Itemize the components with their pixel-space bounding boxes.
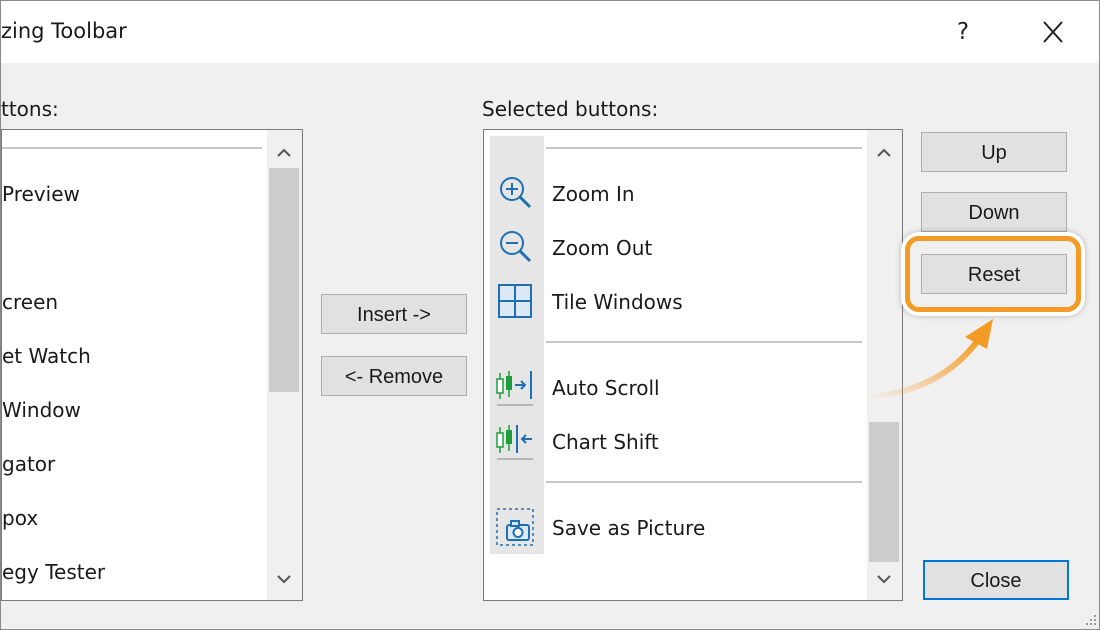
scroll-down-arrow-icon[interactable]	[269, 565, 299, 595]
list-item[interactable]: gator	[2, 441, 55, 487]
list-item[interactable]: Window	[2, 387, 81, 433]
list-item-tile-windows[interactable]: Tile Windows	[552, 279, 683, 325]
list-item[interactable]: pox	[2, 495, 38, 541]
dialog-title: zing Toolbar	[1, 19, 127, 43]
list-item[interactable]: Preview	[2, 171, 80, 217]
zoom-in-icon	[500, 177, 532, 209]
title-bar: zing Toolbar ?	[1, 1, 1099, 63]
scrollbar-thumb[interactable]	[869, 422, 899, 562]
list-item-zoom-out[interactable]: Zoom Out	[552, 225, 652, 271]
list-separator	[2, 147, 262, 149]
resize-grip-icon[interactable]	[1081, 611, 1099, 629]
list-item-auto-scroll[interactable]: Auto Scroll	[552, 365, 660, 411]
list-item-chart-shift[interactable]: Chart Shift	[552, 419, 659, 465]
auto-scroll-icon	[496, 371, 533, 406]
close-button[interactable]: Close	[923, 560, 1069, 600]
list-item[interactable]: creen	[2, 279, 58, 325]
scroll-down-arrow-icon[interactable]	[869, 565, 899, 595]
list-separator	[546, 481, 862, 483]
close-icon[interactable]	[1035, 15, 1071, 49]
list-separator	[546, 341, 862, 343]
list-item[interactable]: egy Tester	[2, 549, 105, 595]
chart-shift-icon	[496, 425, 533, 460]
up-button[interactable]: Up	[921, 132, 1067, 172]
down-button[interactable]: Down	[921, 192, 1067, 232]
list-item-save-as-picture[interactable]: Save as Picture	[552, 505, 705, 551]
selected-buttons-list[interactable]: Zoom In Zoom Out Tile Windows Auto Scrol…	[483, 129, 903, 601]
list-item[interactable]: et Watch	[2, 333, 91, 379]
list-item-zoom-in[interactable]: Zoom In	[552, 171, 635, 217]
available-list-scrollbar[interactable]	[267, 130, 302, 600]
zoom-out-icon	[500, 231, 532, 263]
remove-button[interactable]: <- Remove	[321, 356, 467, 396]
tile-windows-icon	[498, 284, 532, 318]
scroll-up-arrow-icon[interactable]	[269, 137, 299, 167]
save-as-picture-icon	[496, 508, 534, 546]
available-buttons-list[interactable]: Preview creen et Watch Window gator pox …	[1, 129, 303, 601]
list-separator	[546, 147, 862, 149]
scrollbar-thumb[interactable]	[269, 168, 299, 392]
scroll-up-arrow-icon[interactable]	[869, 137, 899, 167]
insert-button[interactable]: Insert ->	[321, 294, 467, 334]
callout-arrow-icon	[866, 319, 993, 400]
reset-highlight-frame	[905, 236, 1081, 312]
selected-buttons-label: Selected buttons:	[482, 97, 659, 121]
customize-toolbar-dialog: zing Toolbar ? ttons: Selected buttons: …	[0, 0, 1100, 630]
help-button[interactable]: ?	[946, 15, 980, 49]
available-buttons-label: ttons:	[1, 97, 59, 121]
